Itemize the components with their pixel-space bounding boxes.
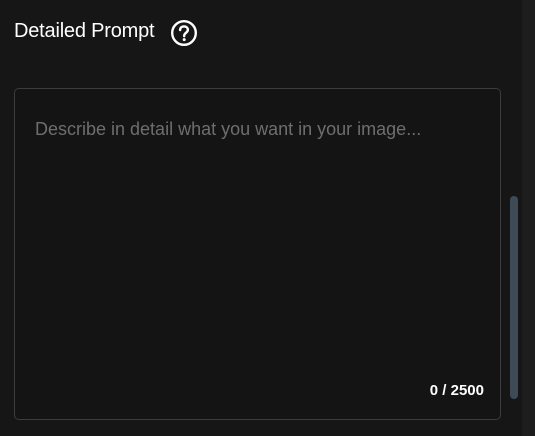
detailed-prompt-input[interactable] xyxy=(15,89,500,419)
prompt-box: 0 / 2500 xyxy=(14,88,501,420)
panel-edge xyxy=(522,0,535,436)
section-header: Detailed Prompt xyxy=(14,18,198,48)
section-title: Detailed Prompt xyxy=(14,20,155,42)
scrollbar-thumb[interactable] xyxy=(510,196,518,399)
question-circle-icon xyxy=(171,19,198,47)
prompt-panel: Detailed Prompt 0 / 2500 xyxy=(0,0,522,436)
help-icon[interactable] xyxy=(170,19,198,47)
character-counter: 0 / 2500 xyxy=(429,382,484,399)
